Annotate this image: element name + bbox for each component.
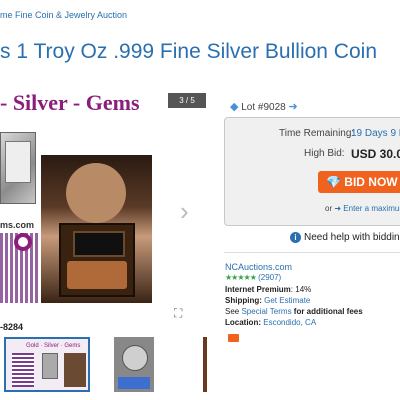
arrow-right-icon[interactable]: ➜ bbox=[289, 101, 298, 113]
website-text: ms.com bbox=[0, 220, 35, 230]
enter-max-bid-link[interactable]: Enter a maximum bbox=[343, 204, 400, 213]
seller-rating: ★★★★★ (2907) bbox=[225, 273, 281, 282]
bidding-help[interactable]: i Need help with bidding bbox=[290, 232, 400, 243]
time-remaining-label: Time Remaining: bbox=[279, 128, 355, 139]
divider bbox=[224, 252, 400, 253]
silver-bar-image bbox=[0, 132, 36, 204]
gavel-icon: 💎 bbox=[326, 175, 345, 189]
premium-label: Internet Premium bbox=[225, 285, 291, 294]
special-terms-link[interactable]: Special Terms bbox=[241, 307, 291, 316]
chevron-right-icon[interactable]: › bbox=[180, 196, 189, 227]
bid-panel: Time Remaining: 19 Days 9 H High Bid: US… bbox=[224, 117, 400, 226]
max-bid-row: or ➜ Enter a maximum bbox=[325, 204, 400, 213]
location-label: Location: bbox=[225, 318, 261, 327]
page-title: s 1 Troy Oz .999 Fine Silver Bullion Coi… bbox=[0, 40, 377, 63]
premium-value: 14% bbox=[295, 285, 312, 294]
phone-text: -8284 bbox=[0, 322, 24, 330]
thumbnail-caption: Gold · Silver · Gems bbox=[26, 343, 81, 349]
get-estimate-link[interactable]: Get Estimate bbox=[264, 296, 310, 305]
thumbnail-3[interactable] bbox=[203, 337, 207, 392]
flag-icon[interactable] bbox=[228, 334, 239, 342]
info-icon: i bbox=[290, 232, 301, 243]
location-row: Location: Escondido, CA bbox=[225, 318, 316, 327]
time-remaining-value: 19 Days 9 H bbox=[351, 128, 400, 139]
lot-number: Lot #9028 bbox=[241, 102, 286, 113]
bid-now-button[interactable]: 💎 BID NOW $3 bbox=[318, 171, 400, 193]
seller-name-link[interactable]: NCAuctions.com bbox=[225, 262, 292, 272]
expand-icon[interactable]: ⛶ bbox=[174, 306, 182, 321]
bidding-help-text: Need help with bidding bbox=[304, 232, 400, 243]
terms-row: See Special Terms for additional fees bbox=[225, 307, 363, 316]
circle-logo bbox=[14, 233, 32, 251]
bid-now-label: BID NOW $3 bbox=[344, 175, 400, 189]
main-product-image[interactable]: - Silver - Gems ms.com -8284 bbox=[0, 90, 205, 330]
thumbnail-1[interactable]: Gold · Silver · Gems bbox=[4, 337, 90, 392]
or-text: or bbox=[325, 204, 333, 213]
high-bid-value: USD 30.00 bbox=[351, 147, 400, 161]
breadcrumb[interactable]: me Fine Coin & Jewelry Auction bbox=[0, 10, 127, 20]
gems-banner-text: - Silver - Gems bbox=[0, 90, 140, 115]
star-rating-icon: ★★★★★ bbox=[225, 273, 257, 282]
arrow-right-icon: ➜ bbox=[334, 204, 342, 213]
rating-count-link[interactable]: (2907) bbox=[258, 273, 281, 282]
shipping-row: Shipping: Get Estimate bbox=[225, 296, 310, 305]
arrow-left-icon[interactable]: ◆ bbox=[230, 101, 238, 113]
terms-prefix: See bbox=[225, 307, 240, 316]
lot-navigation: ◆ Lot #9028 ➜ bbox=[230, 100, 298, 113]
shipping-label: Shipping: bbox=[225, 296, 262, 305]
product-photo bbox=[41, 155, 152, 303]
internet-premium: Internet Premium: 14% bbox=[225, 285, 312, 294]
image-counter: 3 / 5 bbox=[168, 93, 206, 108]
location-value: Escondido, CA bbox=[263, 318, 317, 327]
thumbnail-2[interactable] bbox=[114, 337, 154, 392]
high-bid-label: High Bid: bbox=[304, 148, 345, 159]
terms-suffix: for additional fees bbox=[293, 307, 363, 316]
